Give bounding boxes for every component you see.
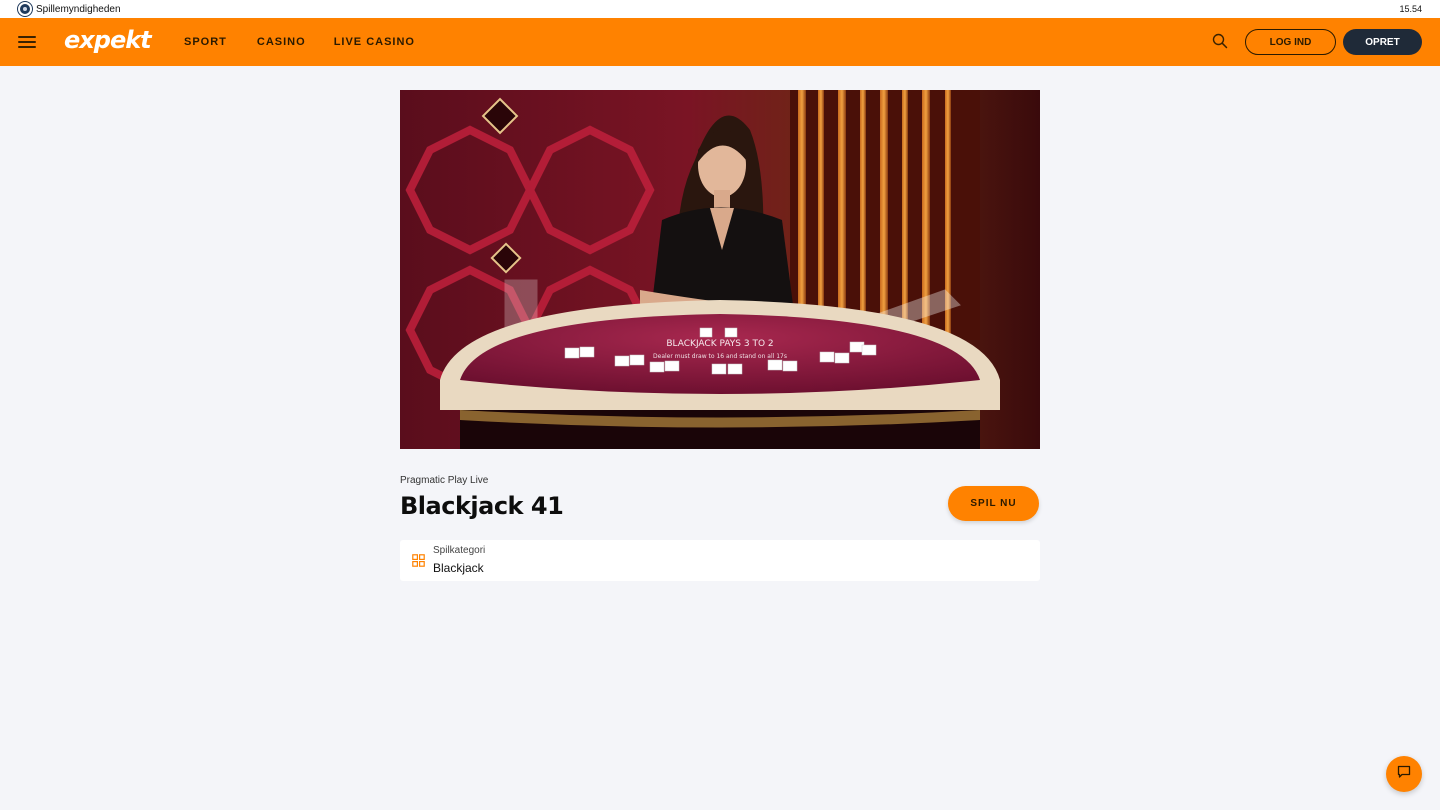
nav-item-live-casino[interactable]: LIVE CASINO bbox=[334, 36, 415, 48]
main-nav: SPORT CASINO LIVE CASINO bbox=[184, 18, 443, 66]
chat-button[interactable] bbox=[1386, 756, 1422, 792]
login-button[interactable]: LOG IND bbox=[1245, 29, 1336, 55]
category-label: Spilkategori bbox=[433, 545, 486, 556]
signup-button[interactable]: OPRET bbox=[1343, 29, 1422, 55]
hamburger-icon-line bbox=[18, 46, 36, 48]
regulator-bar: Spillemyndigheden 15.54 bbox=[0, 0, 1440, 18]
regulator-link[interactable]: Spillemyndigheden bbox=[18, 2, 121, 16]
game-category-card: Spilkategori Blackjack bbox=[400, 540, 1040, 581]
clock: 15.54 bbox=[1399, 4, 1422, 14]
search-icon[interactable] bbox=[1212, 33, 1228, 49]
chat-icon bbox=[1397, 765, 1411, 784]
hamburger-icon bbox=[18, 36, 36, 38]
hamburger-menu-button[interactable] bbox=[18, 34, 36, 50]
play-now-button[interactable]: SPIL NU bbox=[948, 486, 1039, 521]
hamburger-icon-line bbox=[18, 41, 36, 43]
brand-logo[interactable]: expekt bbox=[64, 26, 152, 54]
game-hero-image: BLACKJACK PAYS 3 TO 2 Dealer must draw t… bbox=[400, 90, 1040, 449]
game-provider: Pragmatic Play Live bbox=[400, 475, 489, 486]
page-title: Blackjack 41 bbox=[400, 492, 564, 520]
regulator-logo-icon bbox=[18, 2, 32, 16]
table-print-pays: BLACKJACK PAYS 3 TO 2 bbox=[666, 339, 773, 349]
nav-item-casino[interactable]: CASINO bbox=[257, 36, 306, 48]
table-print-rule: Dealer must draw to 16 and stand on all … bbox=[653, 353, 787, 360]
regulator-name: Spillemyndigheden bbox=[36, 3, 121, 15]
category-value: Blackjack bbox=[433, 561, 484, 575]
nav-item-sport[interactable]: SPORT bbox=[184, 36, 227, 48]
top-header: expekt SPORT CASINO LIVE CASINO LOG IND … bbox=[0, 18, 1440, 66]
grid-icon bbox=[412, 554, 425, 567]
